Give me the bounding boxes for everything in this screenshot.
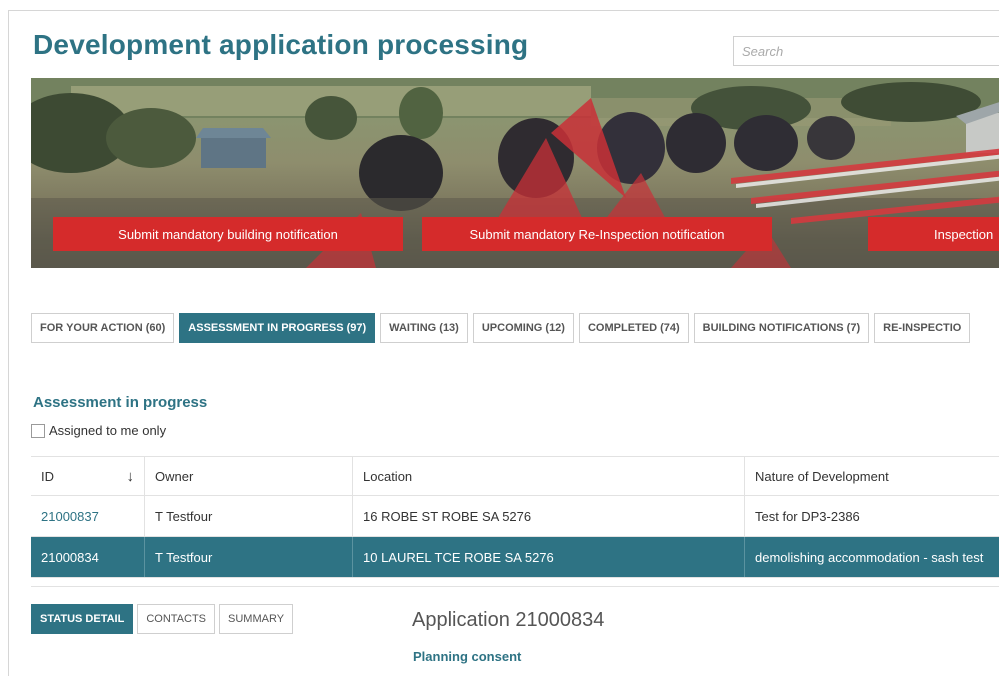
assigned-to-me-checkbox[interactable] bbox=[31, 423, 45, 438]
page-frame: Development application processing Searc… bbox=[8, 10, 999, 676]
column-header-id-label: ID bbox=[41, 468, 54, 484]
column-header-nature[interactable]: Nature of Development bbox=[745, 457, 999, 495]
tab-for-your-action[interactable]: FOR YOUR ACTION (60) bbox=[31, 313, 175, 343]
tab-upcoming[interactable]: UPCOMING (12) bbox=[472, 313, 574, 343]
inspection-button[interactable]: Inspection bbox=[868, 217, 999, 251]
tab-waiting[interactable]: WAITING (13) bbox=[380, 313, 468, 343]
table-row[interactable]: 21000837 T Testfour 16 ROBE ST ROBE SA 5… bbox=[31, 496, 999, 537]
tab-completed[interactable]: COMPLETED (74) bbox=[578, 313, 689, 343]
tab-building-notifications[interactable]: BUILDING NOTIFICATIONS (7) bbox=[693, 313, 870, 343]
submit-reinspection-notification-button[interactable]: Submit mandatory Re-Inspection notificat… bbox=[422, 217, 772, 251]
row-nature: Test for DP3-2386 bbox=[755, 508, 860, 524]
page-title: Development application processing bbox=[33, 29, 529, 60]
row-nature: demolishing accommodation - sash test bbox=[755, 549, 984, 565]
application-title: Application 21000834 bbox=[412, 609, 605, 631]
tab-contacts[interactable]: CONTACTS bbox=[137, 604, 216, 634]
row-id-link[interactable]: 21000837 bbox=[31, 496, 145, 536]
assigned-to-me-label: Assigned to me only bbox=[49, 423, 167, 438]
row-id[interactable]: 21000834 bbox=[31, 537, 145, 577]
row-location: 16 ROBE ST ROBE SA 5276 bbox=[353, 496, 745, 536]
row-owner: T Testfour bbox=[145, 496, 353, 536]
table-row-partial bbox=[31, 578, 999, 587]
application-id[interactable]: 21000837 bbox=[41, 509, 99, 524]
detail-tabs: STATUS DETAIL CONTACTS SUMMARY bbox=[31, 604, 297, 634]
hero-banner: Submit mandatory building notification S… bbox=[31, 78, 999, 268]
column-header-location[interactable]: Location bbox=[353, 457, 745, 495]
section-title: Assessment in progress bbox=[33, 394, 208, 411]
table-header-row: ID ↓ Owner Location Nature of Developmen… bbox=[31, 457, 999, 496]
row-owner: T Testfour bbox=[145, 537, 353, 577]
arrow-down-icon[interactable]: ↓ bbox=[127, 468, 135, 485]
tab-status-detail[interactable]: STATUS DETAIL bbox=[31, 604, 134, 634]
planning-consent-heading: Planning consent bbox=[413, 649, 522, 664]
assigned-to-me-filter[interactable]: Assigned to me only bbox=[31, 423, 166, 438]
tab-re-inspections[interactable]: RE-INSPECTIO bbox=[874, 313, 971, 343]
column-header-id[interactable]: ID ↓ bbox=[31, 457, 145, 495]
table-row-selected[interactable]: 21000834 T Testfour 10 LAUREL TCE ROBE S… bbox=[31, 537, 999, 578]
applications-table: ID ↓ Owner Location Nature of Developmen… bbox=[31, 456, 999, 587]
status-tabs: FOR YOUR ACTION (60) ASSESSMENT IN PROGR… bbox=[31, 313, 975, 343]
row-location: 10 LAUREL TCE ROBE SA 5276 bbox=[353, 537, 745, 577]
tab-summary[interactable]: SUMMARY bbox=[219, 604, 294, 634]
submit-building-notification-button[interactable]: Submit mandatory building notification bbox=[53, 217, 403, 251]
column-header-owner[interactable]: Owner bbox=[145, 457, 353, 495]
tab-assessment-in-progress[interactable]: ASSESSMENT IN PROGRESS (97) bbox=[179, 313, 376, 343]
search-input[interactable] bbox=[733, 36, 999, 66]
